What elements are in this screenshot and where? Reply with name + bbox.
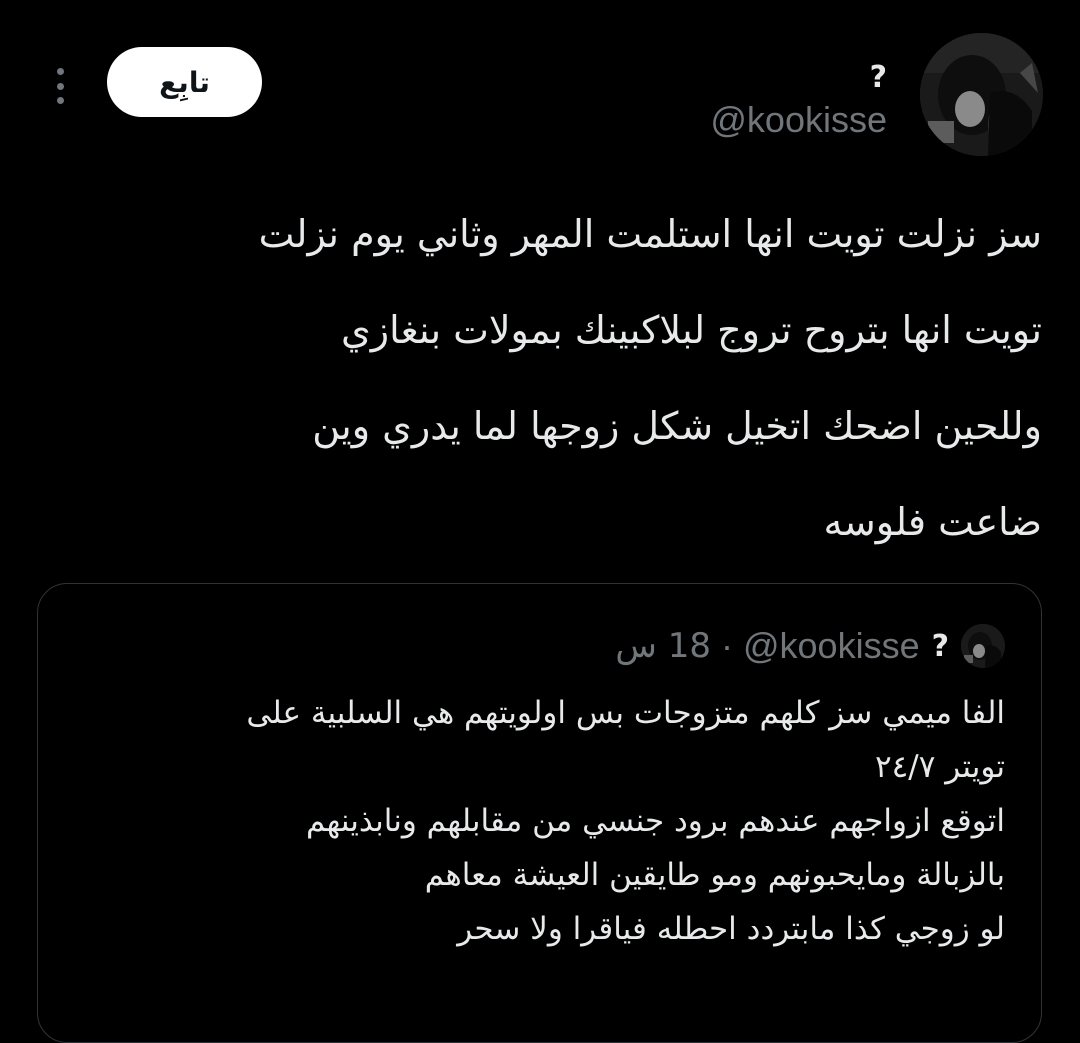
quoted-text-line: بالزبالة ومايحبونهم ومو طايقين العيشة مع… bbox=[424, 857, 1005, 893]
tweet-text: سز نزلت تويت انها استلمت المهر وثاني يوم… bbox=[120, 186, 1042, 570]
quoted-author-handle: @kookisse bbox=[742, 625, 920, 666]
tweet-text-line: سز نزلت تويت انها استلمت المهر وثاني يوم… bbox=[258, 212, 1042, 256]
quoted-tweet-header: ? @kookisse · 18 س bbox=[615, 624, 1005, 668]
tweet-text-line: تويت انها بتروح تروج لبلاكبينك بمولات بن… bbox=[340, 308, 1042, 352]
author-info[interactable]: ? @kookisse bbox=[710, 60, 887, 142]
tweet-text-line: وللحين اضحك اتخيل شكل زوجها لما يدري وين bbox=[312, 404, 1042, 448]
quoted-tweet[interactable]: ? @kookisse · 18 س الفا ميمي سز كلهم متز… bbox=[37, 583, 1042, 1043]
quoted-text-line: اتوقع ازواجهم عندهم برود جنسي من مقابلهم… bbox=[305, 803, 1005, 839]
quoted-text-line: تويتر ٢٤/٧ bbox=[875, 749, 1005, 785]
tweet-text-line: ضاعت فلوسه bbox=[823, 500, 1043, 544]
quoted-text-line: الفا ميمي سز كلهم متزوجات بس اولويتهم هي… bbox=[246, 695, 1005, 731]
avatar[interactable] bbox=[920, 33, 1043, 156]
quoted-text-line: لو زوجي كذا مابتردد احطله فياقرا ولا سحر bbox=[457, 911, 1005, 947]
quoted-author-name: ? bbox=[931, 628, 949, 664]
quoted-separator-dot: · bbox=[720, 625, 733, 666]
more-vertical-icon-dot bbox=[56, 97, 64, 104]
quoted-avatar bbox=[961, 624, 1005, 668]
more-options-button[interactable] bbox=[50, 68, 70, 104]
author-display-name[interactable]: ? bbox=[710, 60, 887, 96]
author-handle[interactable]: @kookisse bbox=[710, 98, 887, 142]
quoted-timestamp: 18 س bbox=[615, 626, 711, 666]
follow-button[interactable]: تابِع bbox=[107, 47, 262, 117]
more-vertical-icon-dot bbox=[56, 68, 64, 75]
quoted-avatar-photo bbox=[961, 624, 1005, 668]
quoted-tweet-text: الفا ميمي سز كلهم متزوجات بس اولويتهم هي… bbox=[78, 686, 1005, 956]
avatar-photo bbox=[920, 33, 1043, 156]
more-vertical-icon-dot bbox=[56, 82, 64, 90]
